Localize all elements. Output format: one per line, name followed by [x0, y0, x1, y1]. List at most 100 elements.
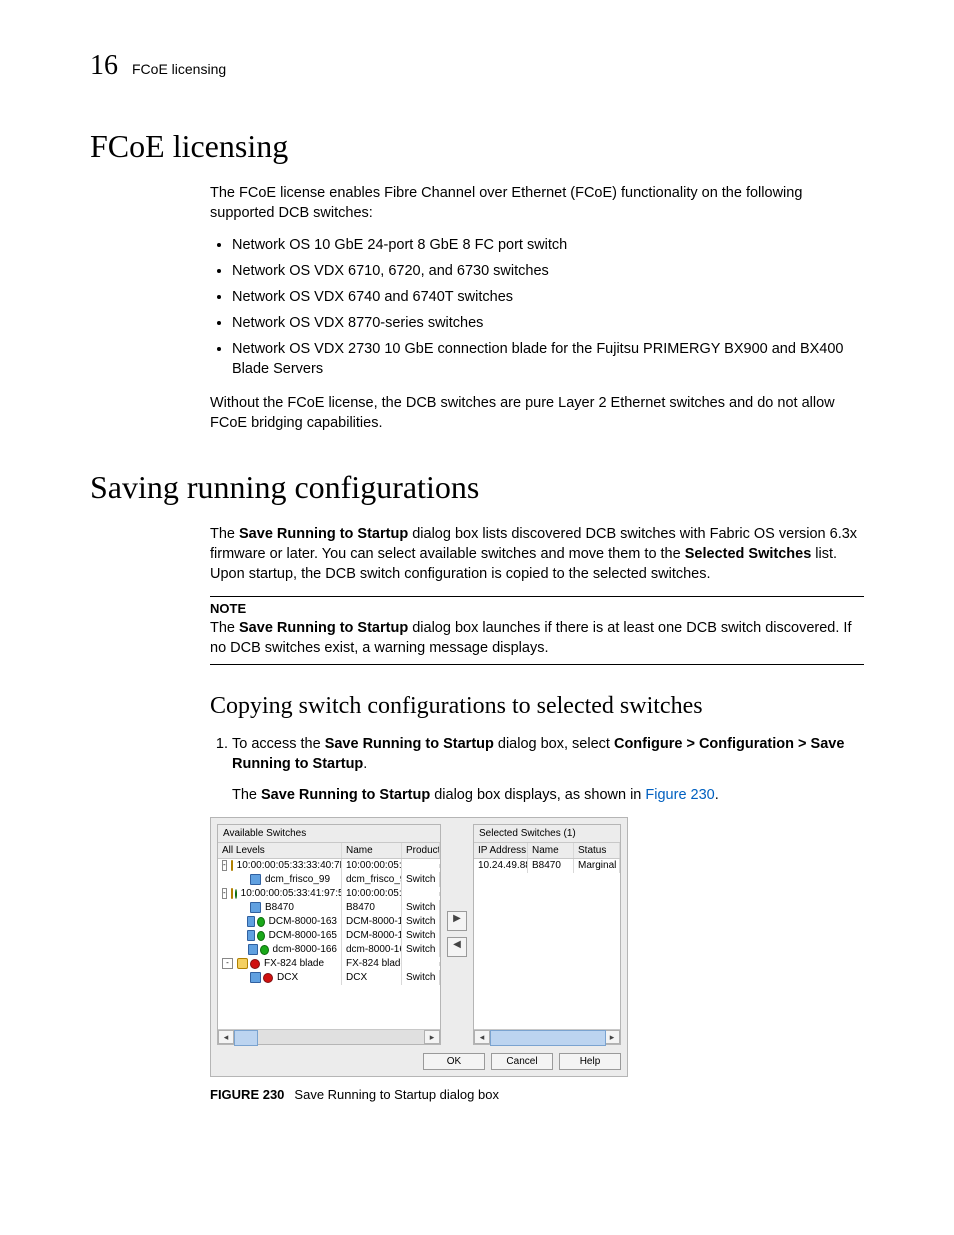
tree-node-label[interactable]: dcm-8000-166	[218, 942, 342, 957]
table-row[interactable]: dcm_frisco_99dcm_frisco_99Switch	[218, 873, 440, 887]
status-dot-icon	[260, 945, 269, 955]
scroll-right-arrow-icon[interactable]: ▸	[424, 1030, 440, 1044]
scroll-thumb[interactable]	[234, 1030, 258, 1046]
table-row[interactable]: 10.24.49.88B8470Marginal	[474, 859, 620, 873]
chapter-title: FCoE licensing	[132, 61, 226, 77]
help-button[interactable]: Help	[559, 1053, 621, 1070]
cell-name: DCX	[342, 970, 402, 985]
table-row[interactable]: - FX-824 blade FX-824 blade	[218, 957, 440, 971]
save-running-dialog: Available Switches All Levels Name Produ…	[210, 817, 628, 1077]
scroll-track[interactable]	[490, 1030, 604, 1044]
switch-icon	[250, 874, 261, 885]
cell-product: Switch	[402, 872, 440, 887]
switch-icon	[247, 930, 255, 941]
horizontal-scrollbar[interactable]: ◂ ▸	[218, 1029, 440, 1044]
section-body: The Save Running to Startup dialog box l…	[210, 524, 864, 1102]
col-product[interactable]: Product	[402, 843, 440, 858]
tree-node-label[interactable]: B8470	[218, 900, 342, 915]
expand-toggle-icon[interactable]: -	[222, 958, 233, 969]
figure-cross-ref[interactable]: Figure 230	[645, 787, 714, 803]
table-row[interactable]: DCXDCXSwitch	[218, 971, 440, 985]
text-bold: Save Running to Startup	[239, 526, 408, 542]
horizontal-scrollbar[interactable]: ◂ ▸	[474, 1029, 620, 1044]
cell-product	[402, 864, 440, 868]
scroll-right-arrow-icon[interactable]: ▸	[604, 1030, 620, 1044]
selected-switches-panel: Selected Switches (1) IP Address Name St…	[473, 824, 621, 1045]
col-ip[interactable]: IP Address	[474, 843, 528, 858]
section-heading-fcoe: FCoE licensing	[90, 128, 864, 165]
cell-name: dcm_frisco_99	[342, 872, 402, 887]
note-rule-bottom	[210, 664, 864, 665]
text: The	[210, 620, 239, 636]
switch-icon	[248, 944, 258, 955]
col-all-levels[interactable]: All Levels	[218, 843, 342, 858]
move-left-button[interactable]: ◀	[447, 937, 467, 957]
switch-icon	[247, 916, 255, 927]
section-body: The FCoE license enables Fibre Channel o…	[210, 183, 864, 433]
list-item: Network OS 10 GbE 24-port 8 GbE 8 FC por…	[232, 235, 864, 255]
tree-node-label[interactable]: DCM-8000-163	[218, 914, 342, 929]
col-name[interactable]: Name	[528, 843, 574, 858]
ok-button[interactable]: OK	[423, 1053, 485, 1070]
status-dot-icon	[257, 917, 265, 927]
node-text: DCX	[277, 972, 298, 983]
ordered-steps: To access the Save Running to Startup di…	[210, 734, 864, 775]
text: dialog box displays, as shown in	[430, 787, 645, 803]
table-row[interactable]: dcm-8000-166dcm-8000-166Switch	[218, 943, 440, 957]
expand-toggle-icon[interactable]: -	[222, 860, 227, 871]
node-text: FX-824 blade	[264, 958, 324, 969]
list-item: Network OS VDX 2730 10 GbE connection bl…	[232, 339, 864, 379]
panel-title: Available Switches	[218, 825, 440, 843]
column-headers: All Levels Name Product	[218, 843, 440, 859]
status-dot-icon	[257, 931, 265, 941]
host-icon	[231, 860, 233, 871]
paragraph: The FCoE license enables Fibre Channel o…	[210, 183, 864, 223]
chapter-number: 16	[90, 50, 118, 82]
tree-node-label[interactable]: - FX-824 blade	[218, 956, 342, 971]
text: The	[232, 787, 261, 803]
cell-name: DCM-8000-163	[342, 914, 402, 929]
move-right-button[interactable]: ▶	[447, 911, 467, 931]
tree-body[interactable]: 10.24.49.88B8470Marginal	[474, 859, 620, 1029]
table-row[interactable]: DCM-8000-163DCM-8000-163Switch	[218, 915, 440, 929]
table-row[interactable]: -10:00:00:05:33:33:40:7F10:00:00:05:…	[218, 859, 440, 873]
table-row[interactable]: -10:00:00:05:33:41:97:5010:00:00:05:…	[218, 887, 440, 901]
subsection-heading: Copying switch configurations to selecte…	[210, 693, 864, 720]
page: 16 FCoE licensing FCoE licensing The FCo…	[0, 0, 954, 1235]
text-bold: Save Running to Startup	[325, 736, 494, 752]
scroll-thumb[interactable]	[490, 1030, 606, 1046]
cell-name: B8470	[528, 859, 574, 874]
cell-name: dcm-8000-166	[342, 942, 402, 957]
host-icon	[237, 958, 248, 969]
cancel-button[interactable]: Cancel	[491, 1053, 553, 1070]
panel-title: Selected Switches (1)	[474, 825, 620, 843]
move-buttons: ▶ ◀	[447, 824, 467, 1045]
cell-ip: 10.24.49.88	[474, 859, 528, 874]
col-name[interactable]: Name	[342, 843, 402, 858]
scroll-left-arrow-icon[interactable]: ◂	[474, 1030, 490, 1044]
node-text: 10:00:00:05:33:41:97:50	[241, 888, 342, 899]
bullet-list: Network OS 10 GbE 24-port 8 GbE 8 FC por…	[210, 235, 864, 379]
table-row[interactable]: B8470B8470Switch	[218, 901, 440, 915]
text: dialog box, select	[494, 736, 614, 752]
switch-icon	[250, 902, 261, 913]
tree-node-label[interactable]: DCX	[218, 970, 342, 985]
note-label: NOTE	[210, 601, 864, 616]
node-text: 10:00:00:05:33:33:40:7F	[237, 860, 342, 871]
scroll-left-arrow-icon[interactable]: ◂	[218, 1030, 234, 1044]
text: To access the	[232, 736, 325, 752]
expand-toggle-icon[interactable]: -	[222, 888, 227, 899]
table-row[interactable]: DCM-8000-165DCM-8000-165Switch	[218, 929, 440, 943]
cell-name: FX-824 blade	[342, 956, 402, 971]
scroll-track[interactable]	[234, 1030, 424, 1044]
tree-node-label[interactable]: dcm_frisco_99	[218, 872, 342, 887]
tree-node-label[interactable]: - 10:00:00:05:33:41:97:50	[218, 886, 342, 901]
tree-node-label[interactable]: DCM-8000-165	[218, 928, 342, 943]
tree-body[interactable]: -10:00:00:05:33:33:40:7F10:00:00:05:…dcm…	[218, 859, 440, 1029]
cell-product: Switch	[402, 914, 440, 929]
col-status[interactable]: Status	[574, 843, 620, 858]
status-dot-icon	[235, 889, 237, 899]
text: .	[715, 787, 719, 803]
switch-icon	[250, 972, 261, 983]
tree-node-label[interactable]: -10:00:00:05:33:33:40:7F	[218, 859, 342, 874]
